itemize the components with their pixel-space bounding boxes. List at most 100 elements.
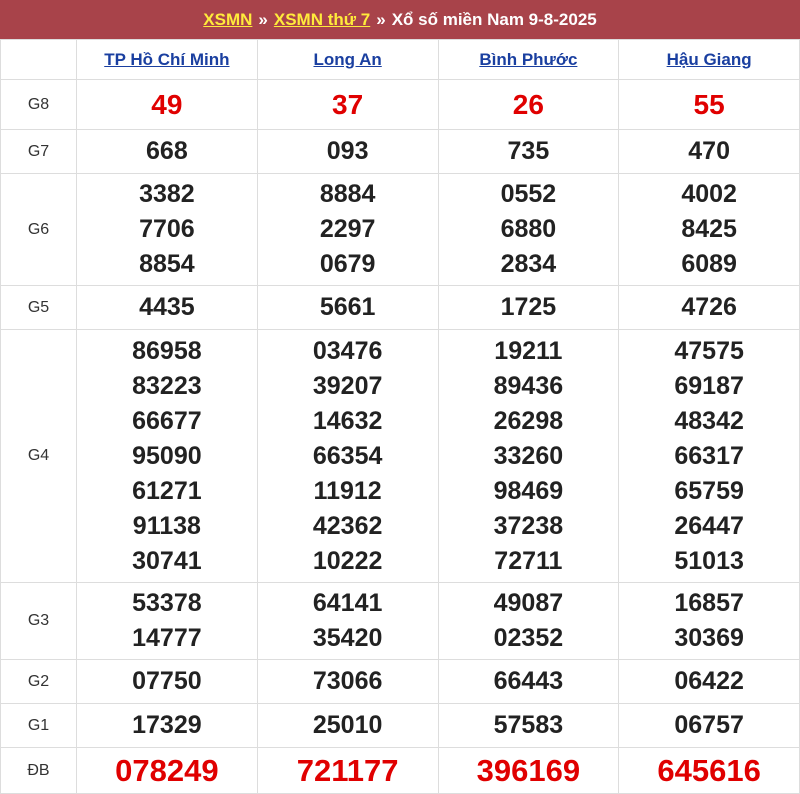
result-number: 89436 xyxy=(493,371,564,400)
result-number: 98469 xyxy=(493,476,564,505)
result-number: 0552 xyxy=(500,180,557,208)
result-number: 4726 xyxy=(681,293,737,321)
result-number: 47575 xyxy=(674,336,744,365)
result-number: 8854 xyxy=(139,250,195,278)
result-cell: 06757 xyxy=(618,703,800,748)
result-number: 19211 xyxy=(494,336,563,365)
result-cell: 5661 xyxy=(256,285,439,330)
result-number: 17329 xyxy=(132,711,202,739)
result-cell: 3382 7706 8854 xyxy=(76,173,258,286)
xsmn-link[interactable]: XSMN xyxy=(203,10,252,30)
result-number: 83223 xyxy=(132,371,202,400)
result-number: 668 xyxy=(146,137,188,165)
prize-label: G7 xyxy=(0,129,77,174)
result-cell: 735 xyxy=(437,129,620,174)
result-number: 69187 xyxy=(674,371,744,400)
result-number: 53378 xyxy=(132,589,202,617)
result-number: 25010 xyxy=(312,711,383,739)
page-title: Xổ số miền Nam 9-8-2025 xyxy=(391,9,597,29)
province-link-haugiang[interactable]: Hậu Giang xyxy=(667,50,752,69)
result-cell: 26 xyxy=(437,79,620,130)
province-link-longan[interactable]: Long An xyxy=(313,50,381,69)
result-number: 07750 xyxy=(132,667,202,695)
corner-cell xyxy=(0,39,77,80)
result-number: 35420 xyxy=(312,624,383,652)
result-number: 26447 xyxy=(674,511,744,540)
result-number: 14777 xyxy=(132,624,202,652)
result-number: 10222 xyxy=(312,546,383,575)
result-number: 61271 xyxy=(132,476,202,505)
result-cell: 07750 xyxy=(76,659,258,704)
result-number: 14632 xyxy=(312,406,383,435)
result-cell: 396169 xyxy=(437,747,620,794)
prize-row: G1 17329 25010 57583 06757 xyxy=(0,703,800,748)
result-number: 91138 xyxy=(132,511,201,540)
result-number: 3382 xyxy=(139,180,195,208)
province-link-binhphuoc[interactable]: Bình Phước xyxy=(479,50,577,69)
province-header-row: TP Hồ Chí Minh Long An Bình Phước Hậu Gi… xyxy=(0,39,800,80)
result-cell: 49087 02352 xyxy=(437,582,620,660)
result-cell: 668 xyxy=(76,129,258,174)
result-number: 2834 xyxy=(500,250,557,278)
result-number: 396169 xyxy=(476,753,581,788)
result-number: 16857 xyxy=(674,589,744,617)
result-number: 735 xyxy=(507,137,550,165)
result-cell: 06422 xyxy=(618,659,800,704)
result-cell: 57583 xyxy=(437,703,620,748)
result-number: 0679 xyxy=(319,250,376,278)
result-cell: 1725 xyxy=(437,285,620,330)
result-number: 48342 xyxy=(674,406,744,435)
breadcrumb-separator: » xyxy=(258,9,268,29)
result-number: 645616 xyxy=(657,753,761,788)
prize-row: G5 4435 5661 1725 4726 xyxy=(0,285,800,330)
result-cell: 53378 14777 xyxy=(76,582,258,660)
result-number: 39207 xyxy=(312,371,383,400)
result-number: 6880 xyxy=(500,215,557,243)
result-number: 7706 xyxy=(139,215,195,243)
result-number: 66354 xyxy=(312,441,383,470)
result-cell: 17329 xyxy=(76,703,258,748)
result-number: 95090 xyxy=(132,441,202,470)
result-number: 6089 xyxy=(681,250,737,278)
result-number: 66317 xyxy=(674,441,744,470)
result-number: 5661 xyxy=(319,293,376,321)
result-cell: 4002 8425 6089 xyxy=(618,173,800,286)
result-number: 33260 xyxy=(493,441,564,470)
result-number: 26 xyxy=(512,89,544,120)
result-cell: 64141 35420 xyxy=(256,582,439,660)
result-number: 65759 xyxy=(674,476,744,505)
result-number: 4002 xyxy=(681,180,737,208)
result-cell: 55 xyxy=(618,79,800,130)
prize-label: G2 xyxy=(0,659,77,704)
result-cell: 37 xyxy=(256,79,439,130)
result-number: 30369 xyxy=(674,624,744,652)
result-cell: 25010 xyxy=(256,703,439,748)
result-number: 8425 xyxy=(681,215,737,243)
result-cell: 16857 30369 xyxy=(618,582,800,660)
result-number: 06422 xyxy=(674,667,744,695)
province-link-tphcm[interactable]: TP Hồ Chí Minh xyxy=(104,50,229,69)
result-number: 73066 xyxy=(312,667,383,695)
result-number: 49087 xyxy=(493,589,564,617)
prize-label: G8 xyxy=(0,79,77,130)
result-cell: 4726 xyxy=(618,285,800,330)
result-number: 64141 xyxy=(312,589,383,617)
result-cell: 4435 xyxy=(76,285,258,330)
result-number: 1725 xyxy=(500,293,557,321)
result-cell: 19211 89436 26298 33260 98469 37238 72711 xyxy=(437,329,620,583)
result-cell: 47575 69187 48342 66317 65759 26447 51013 xyxy=(618,329,800,583)
result-number: 06757 xyxy=(674,711,744,739)
xsmn-thu7-link[interactable]: XSMN thứ 7 xyxy=(274,10,370,30)
prize-row: G8 49 37 26 55 xyxy=(0,79,800,130)
result-cell: 86958 83223 66677 95090 61271 91138 30741 xyxy=(76,329,258,583)
result-number: 55 xyxy=(693,89,725,120)
prize-row: G2 07750 73066 66443 06422 xyxy=(0,659,800,704)
result-number: 03476 xyxy=(312,336,383,365)
result-number: 4435 xyxy=(139,293,195,321)
result-cell: 03476 39207 14632 66354 11912 42362 10222 xyxy=(256,329,439,583)
result-number: 72711 xyxy=(494,546,563,575)
result-number: 66443 xyxy=(493,667,564,695)
result-cell: 721177 xyxy=(256,747,439,794)
result-cell: 73066 xyxy=(256,659,439,704)
prize-label: G5 xyxy=(0,285,77,330)
